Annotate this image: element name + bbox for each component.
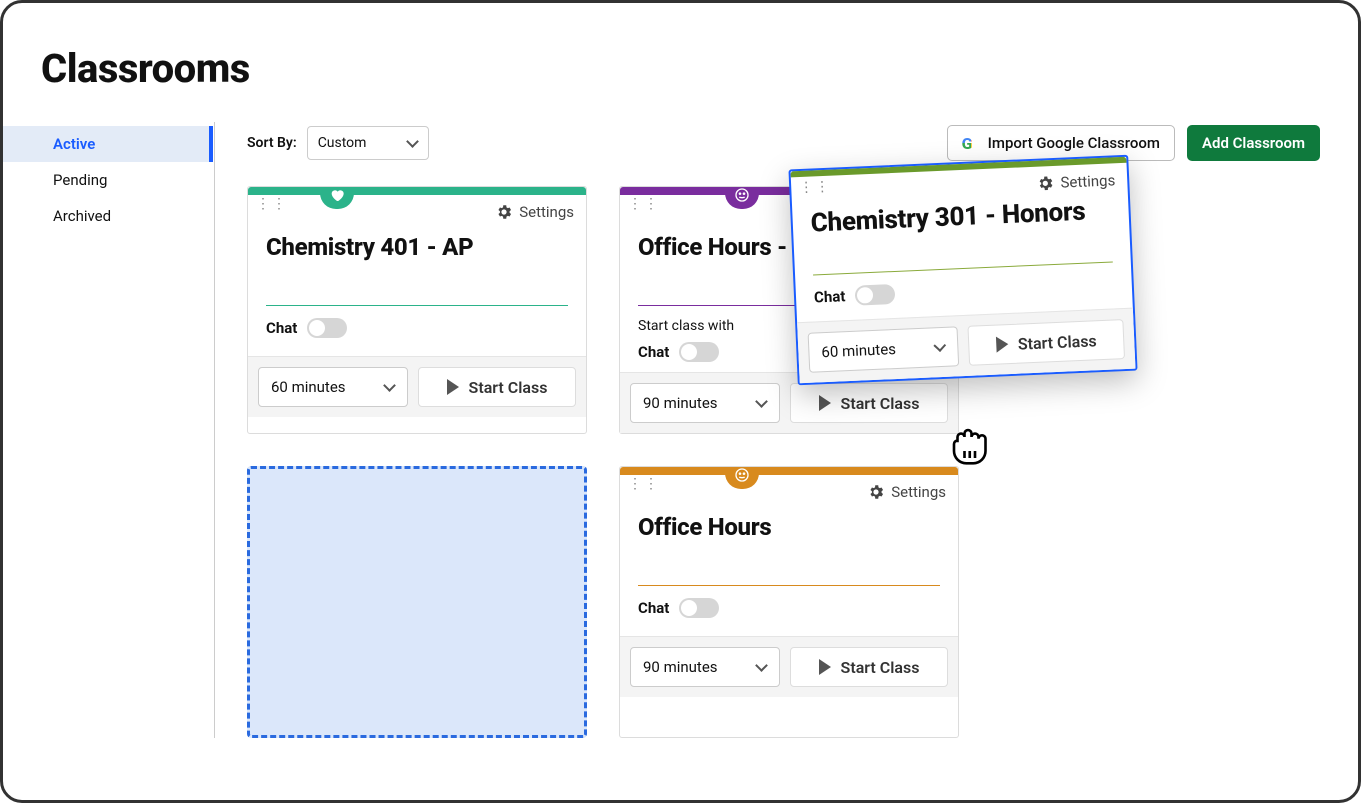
drop-target[interactable] — [247, 466, 587, 738]
chat-toggle[interactable] — [679, 598, 719, 618]
settings-label[interactable]: Settings — [891, 483, 946, 501]
card-accent — [620, 467, 958, 475]
drag-handle-icon[interactable]: ⋮⋮ — [628, 481, 638, 487]
smiley-icon — [734, 187, 750, 203]
drag-handle-icon[interactable]: ⋮⋮ — [628, 201, 638, 207]
card-accent — [248, 187, 586, 195]
play-icon — [447, 379, 459, 395]
sidebar-item-active[interactable]: Active — [3, 126, 213, 162]
add-classroom-button[interactable]: Add Classroom — [1187, 125, 1320, 161]
start-class-label: Start Class — [841, 394, 920, 413]
sort-by-select[interactable]: Custom — [307, 126, 430, 160]
smiley-icon — [734, 467, 750, 483]
duration-value: 90 minutes — [643, 658, 718, 676]
play-icon — [995, 336, 1008, 353]
add-classroom-label: Add Classroom — [1202, 134, 1305, 152]
play-icon — [819, 395, 831, 411]
heart-icon — [329, 187, 345, 203]
classroom-title: Office Hours — [620, 501, 958, 541]
classroom-card: ⋮⋮ Settings Office Hours Chat 90 minutes — [619, 466, 959, 738]
card-divider — [638, 585, 940, 586]
gear-icon[interactable] — [867, 483, 885, 501]
chevron-down-icon — [755, 397, 767, 409]
duration-select[interactable]: 90 minutes — [630, 383, 780, 423]
classroom-card: ⋮⋮ Settings Chemistry 401 - AP Chat 60 m… — [247, 186, 587, 434]
chat-label: Chat — [814, 287, 846, 306]
chat-toggle[interactable] — [307, 318, 347, 338]
start-class-label: Start Class — [469, 378, 548, 397]
settings-label[interactable]: Settings — [519, 203, 574, 221]
duration-value: 90 minutes — [643, 394, 718, 412]
chevron-down-icon — [406, 137, 418, 149]
start-class-button[interactable]: Start Class — [967, 319, 1125, 366]
start-class-label: Start Class — [841, 658, 920, 677]
start-class-button[interactable]: Start Class — [790, 383, 948, 423]
google-icon: G — [962, 134, 980, 152]
card-divider — [813, 261, 1113, 275]
chevron-down-icon — [383, 381, 395, 393]
duration-select[interactable]: 60 minutes — [808, 326, 960, 373]
settings-label[interactable]: Settings — [1060, 171, 1116, 191]
duration-select[interactable]: 90 minutes — [630, 647, 780, 687]
toolbar: Sort By: Custom G Import Google Classroo… — [215, 122, 1358, 164]
sidebar: Active Pending Archived — [3, 122, 215, 738]
chevron-down-icon — [933, 341, 946, 354]
chat-toggle[interactable] — [679, 342, 719, 362]
chat-label: Chat — [266, 319, 297, 337]
chat-toggle[interactable] — [855, 284, 896, 306]
sort-by-value: Custom — [318, 135, 367, 151]
import-label: Import Google Classroom — [988, 134, 1160, 152]
gear-icon[interactable] — [1036, 174, 1055, 193]
gear-icon[interactable] — [495, 203, 513, 221]
page-title: Classrooms — [41, 45, 1358, 92]
duration-value: 60 minutes — [821, 340, 896, 361]
duration-select[interactable]: 60 minutes — [258, 367, 408, 407]
classroom-title: Chemistry 401 - AP — [248, 221, 586, 261]
import-google-classroom-button[interactable]: G Import Google Classroom — [947, 125, 1175, 161]
play-icon — [819, 659, 831, 675]
card-divider — [266, 305, 568, 306]
start-class-button[interactable]: Start Class — [418, 367, 576, 407]
chat-label: Chat — [638, 599, 669, 617]
classroom-grid: ⋮⋮ Settings Chemistry 401 - AP Chat 60 m… — [215, 164, 1358, 738]
sort-by-label: Sort By: — [247, 135, 297, 151]
drag-handle-icon[interactable]: ⋮⋮ — [256, 201, 266, 207]
start-class-label: Start Class — [1017, 331, 1097, 353]
classroom-card-dragging[interactable]: ⋮⋮ Settings Chemistry 301 - Honors Chat … — [788, 155, 1137, 386]
chevron-down-icon — [755, 661, 767, 673]
duration-value: 60 minutes — [271, 378, 346, 396]
drag-handle-icon[interactable]: ⋮⋮ — [799, 185, 809, 191]
start-class-button[interactable]: Start Class — [790, 647, 948, 687]
sidebar-item-pending[interactable]: Pending — [3, 162, 213, 198]
chat-label: Chat — [638, 343, 669, 361]
sidebar-item-archived[interactable]: Archived — [3, 198, 213, 234]
